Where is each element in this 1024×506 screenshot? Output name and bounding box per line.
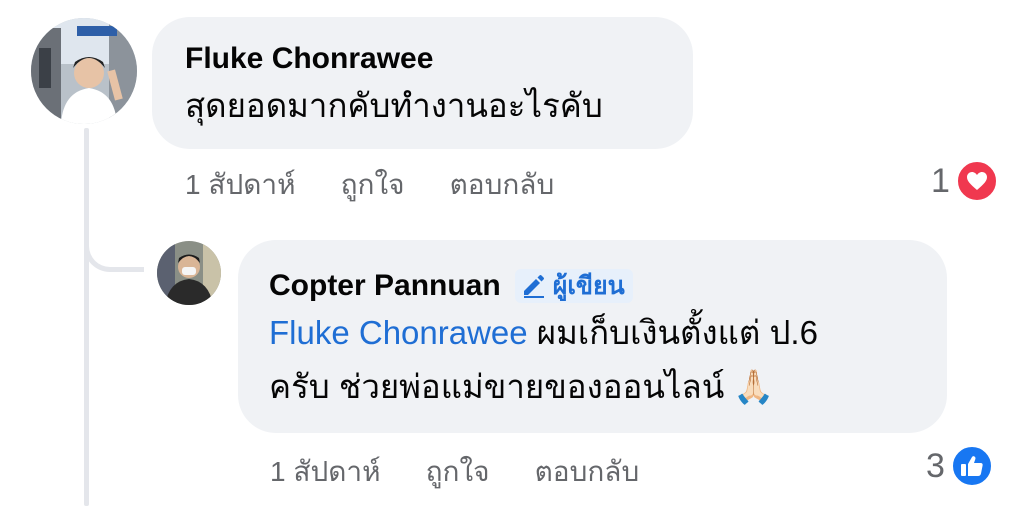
comment-timestamp[interactable]: 1 สัปดาห์	[185, 163, 296, 207]
author-badge: ผู้เขียน	[514, 269, 633, 303]
reaction-count: 3	[926, 446, 945, 485]
reply-button[interactable]: ตอบกลับ	[535, 450, 640, 494]
comment-author[interactable]: Copter Pannuan	[269, 268, 501, 304]
reply-button[interactable]: ตอบกลับ	[450, 163, 555, 207]
comment-text: Fluke Chonrawee ผมเก็บเงินตั้งแต่ ป.6 คร…	[269, 306, 947, 414]
avatar-photo	[31, 18, 137, 124]
comment-text-line: ผมเก็บเงินตั้งแต่ ป.6	[527, 314, 818, 351]
comment-actions: 1 สัปดาห์ ถูกใจ ตอบกลับ	[270, 450, 684, 494]
comment-author[interactable]: Fluke Chonrawee	[185, 41, 693, 77]
avatar[interactable]	[157, 241, 221, 305]
comment-timestamp[interactable]: 1 สัปดาห์	[270, 450, 381, 494]
avatar-photo	[157, 241, 221, 305]
reaction-count: 1	[931, 161, 950, 200]
thread-line	[84, 128, 89, 506]
author-badge-label: ผู้เขียน	[552, 272, 625, 300]
comment-bubble: Copter Pannuan ผู้เขียน Fluke Chonrawee …	[238, 240, 947, 433]
comment-actions: 1 สัปดาห์ ถูกใจ ตอบกลับ	[185, 163, 599, 207]
like-button[interactable]: ถูกใจ	[341, 163, 405, 207]
pencil-icon	[523, 275, 544, 298]
like-thumb-icon	[950, 445, 993, 487]
reaction-summary[interactable]: 3	[926, 445, 993, 487]
thread-connector	[84, 200, 144, 272]
comment-bubble: Fluke Chonrawee สุดยอดมากคับทำงานอะไรคับ	[152, 17, 693, 149]
like-button[interactable]: ถูกใจ	[426, 450, 490, 494]
avatar[interactable]	[31, 18, 137, 124]
comment-text-line: ครับ ช่วยพ่อแม่ขายของออนไลน์ 🙏🏻	[269, 368, 775, 405]
love-heart-icon	[955, 160, 998, 202]
comment-text: สุดยอดมากคับทำงานอะไรคับ	[185, 87, 603, 124]
reaction-summary[interactable]: 1	[931, 160, 998, 202]
mention-link[interactable]: Fluke Chonrawee	[269, 314, 528, 351]
comment-header: Copter Pannuan ผู้เขียน	[269, 268, 947, 304]
